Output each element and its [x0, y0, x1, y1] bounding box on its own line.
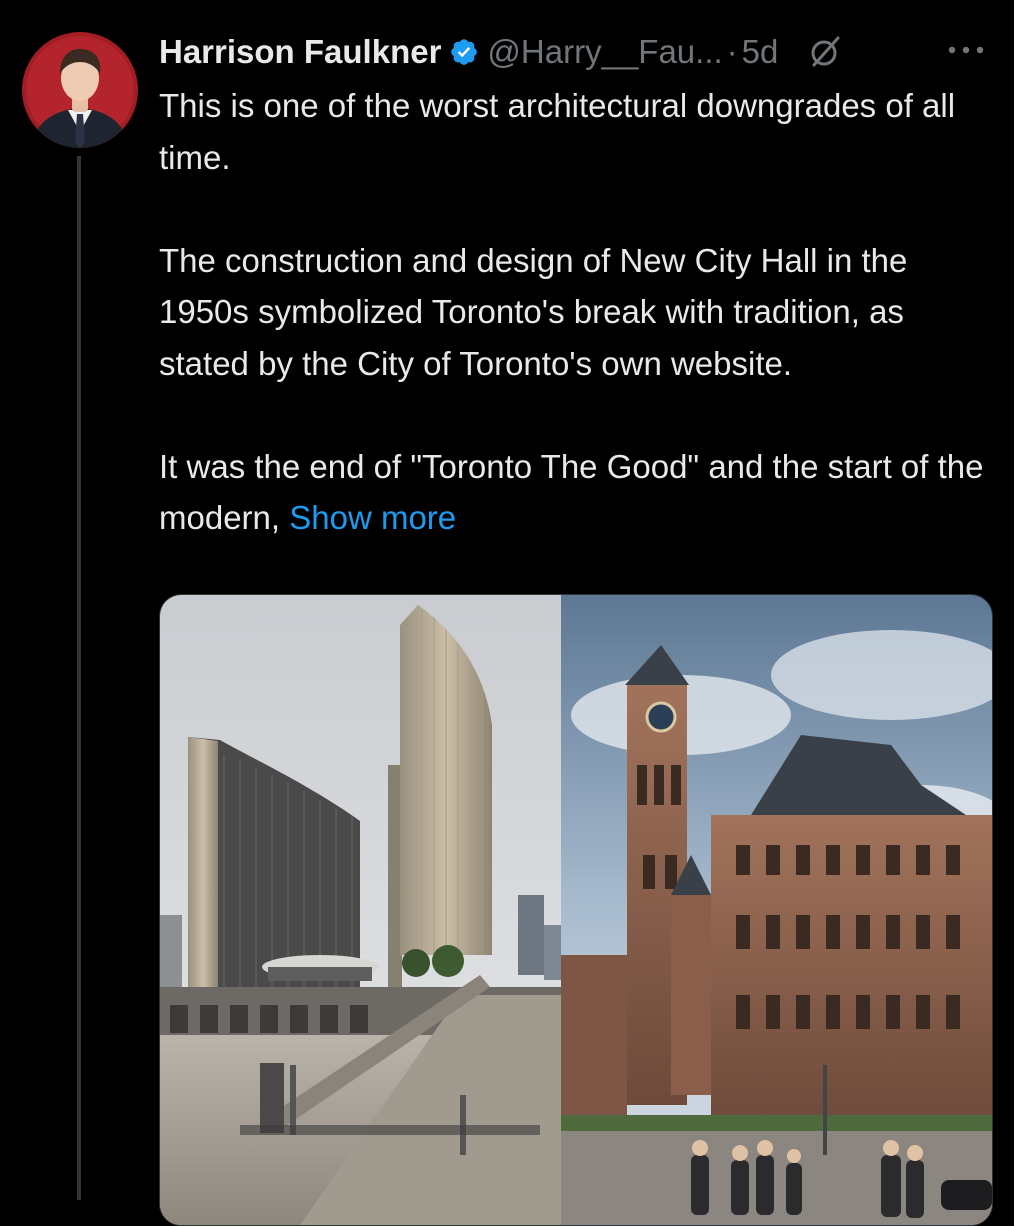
tweet-text: This is one of the worst architectural d… [159, 80, 989, 544]
author-handle[interactable]: @Harry__Fau... [487, 33, 722, 71]
tweet[interactable]: Harrison Faulkner @Harry__Fau... · 5d Th… [0, 0, 1014, 1226]
thread-line [77, 156, 81, 1200]
grok-icon[interactable] [808, 35, 842, 69]
author-avatar[interactable] [22, 32, 138, 148]
avatar-image [22, 32, 138, 148]
show-more-link[interactable]: Show more [289, 499, 456, 536]
old-city-hall-photo[interactable] [561, 595, 992, 1225]
author-display-name[interactable]: Harrison Faulkner [159, 33, 441, 71]
tweet-timestamp[interactable]: 5d [742, 33, 779, 71]
tweet-paragraph-1: This is one of the worst architectural d… [159, 87, 956, 176]
verified-badge-icon[interactable] [449, 37, 479, 67]
more-options-icon[interactable] [944, 30, 988, 70]
separator-dot: · [726, 33, 738, 70]
tweet-media [159, 594, 993, 1226]
tweet-paragraph-3: It was the end of "Toronto The Good" and… [159, 441, 989, 544]
tweet-header: Harrison Faulkner @Harry__Fau... · 5d [159, 24, 842, 80]
tweet-paragraph-2: The construction and design of New City … [159, 241, 908, 382]
tweet-paragraph-3-text: It was the end of "Toronto The Good" and… [159, 447, 984, 537]
new-city-hall-photo[interactable] [160, 595, 561, 1225]
